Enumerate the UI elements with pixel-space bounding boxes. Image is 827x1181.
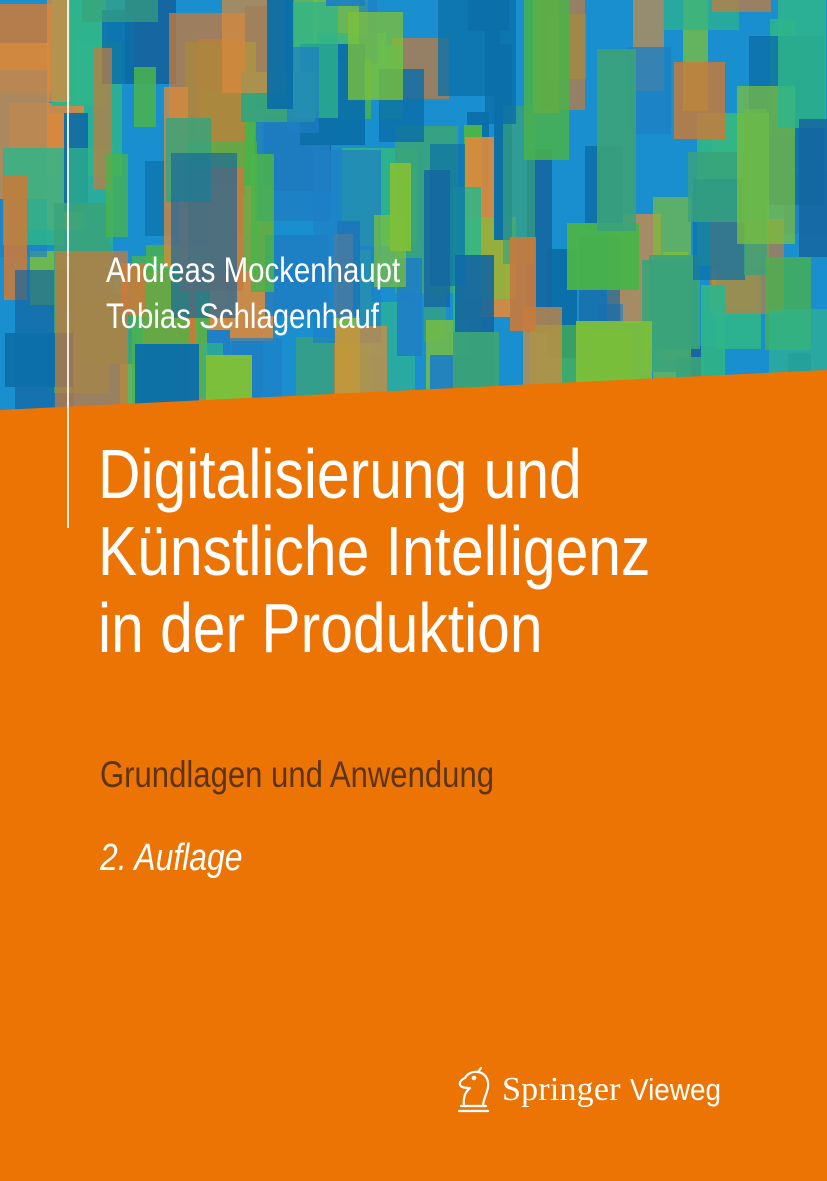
edition-label: 2. Auflage (100, 837, 243, 879)
author-list: Andreas Mockenhaupt Tobias Schlagenhauf (106, 248, 400, 340)
pattern-tile (135, 344, 199, 410)
pattern-tile (468, 0, 509, 31)
title-line: Digitalisierung und (98, 435, 582, 513)
pattern-tile (326, 0, 365, 6)
publisher-imprint: Vieweg (629, 1072, 721, 1107)
pattern-tile (106, 154, 128, 237)
pattern-tile (524, 0, 569, 160)
pattern-tile (267, 0, 293, 109)
cover-pattern-artwork (0, 0, 827, 410)
pattern-tile (597, 49, 636, 231)
author-name: Tobias Schlagenhauf (106, 297, 379, 336)
publisher-name: Springer (502, 1071, 621, 1108)
book-cover: Andreas Mockenhaupt Tobias Schlagenhauf … (0, 0, 827, 1181)
pattern-tile (799, 119, 827, 257)
pattern-tile (510, 237, 536, 331)
pattern-tile (778, 0, 826, 128)
author-name: Andreas Mockenhaupt (106, 251, 401, 290)
pattern-tile (567, 223, 639, 290)
title-line: in der Produktion (98, 589, 543, 667)
chess-knight-icon (452, 1066, 496, 1114)
pattern-tile (712, 0, 771, 12)
book-title: Digitalisierung und Künstliche Intellige… (98, 436, 650, 667)
book-subtitle: Grundlagen und Anwendung (100, 754, 495, 795)
left-vertical-rule (67, 0, 69, 528)
pattern-tile (674, 62, 725, 139)
pattern-tile (134, 67, 156, 127)
pattern-tile (82, 0, 158, 22)
pattern-tile (424, 170, 450, 307)
pattern-tile (348, 12, 403, 100)
publisher-logo: Springer Vieweg (452, 1066, 731, 1114)
title-line: Künstliche Intelligenz (98, 512, 651, 590)
